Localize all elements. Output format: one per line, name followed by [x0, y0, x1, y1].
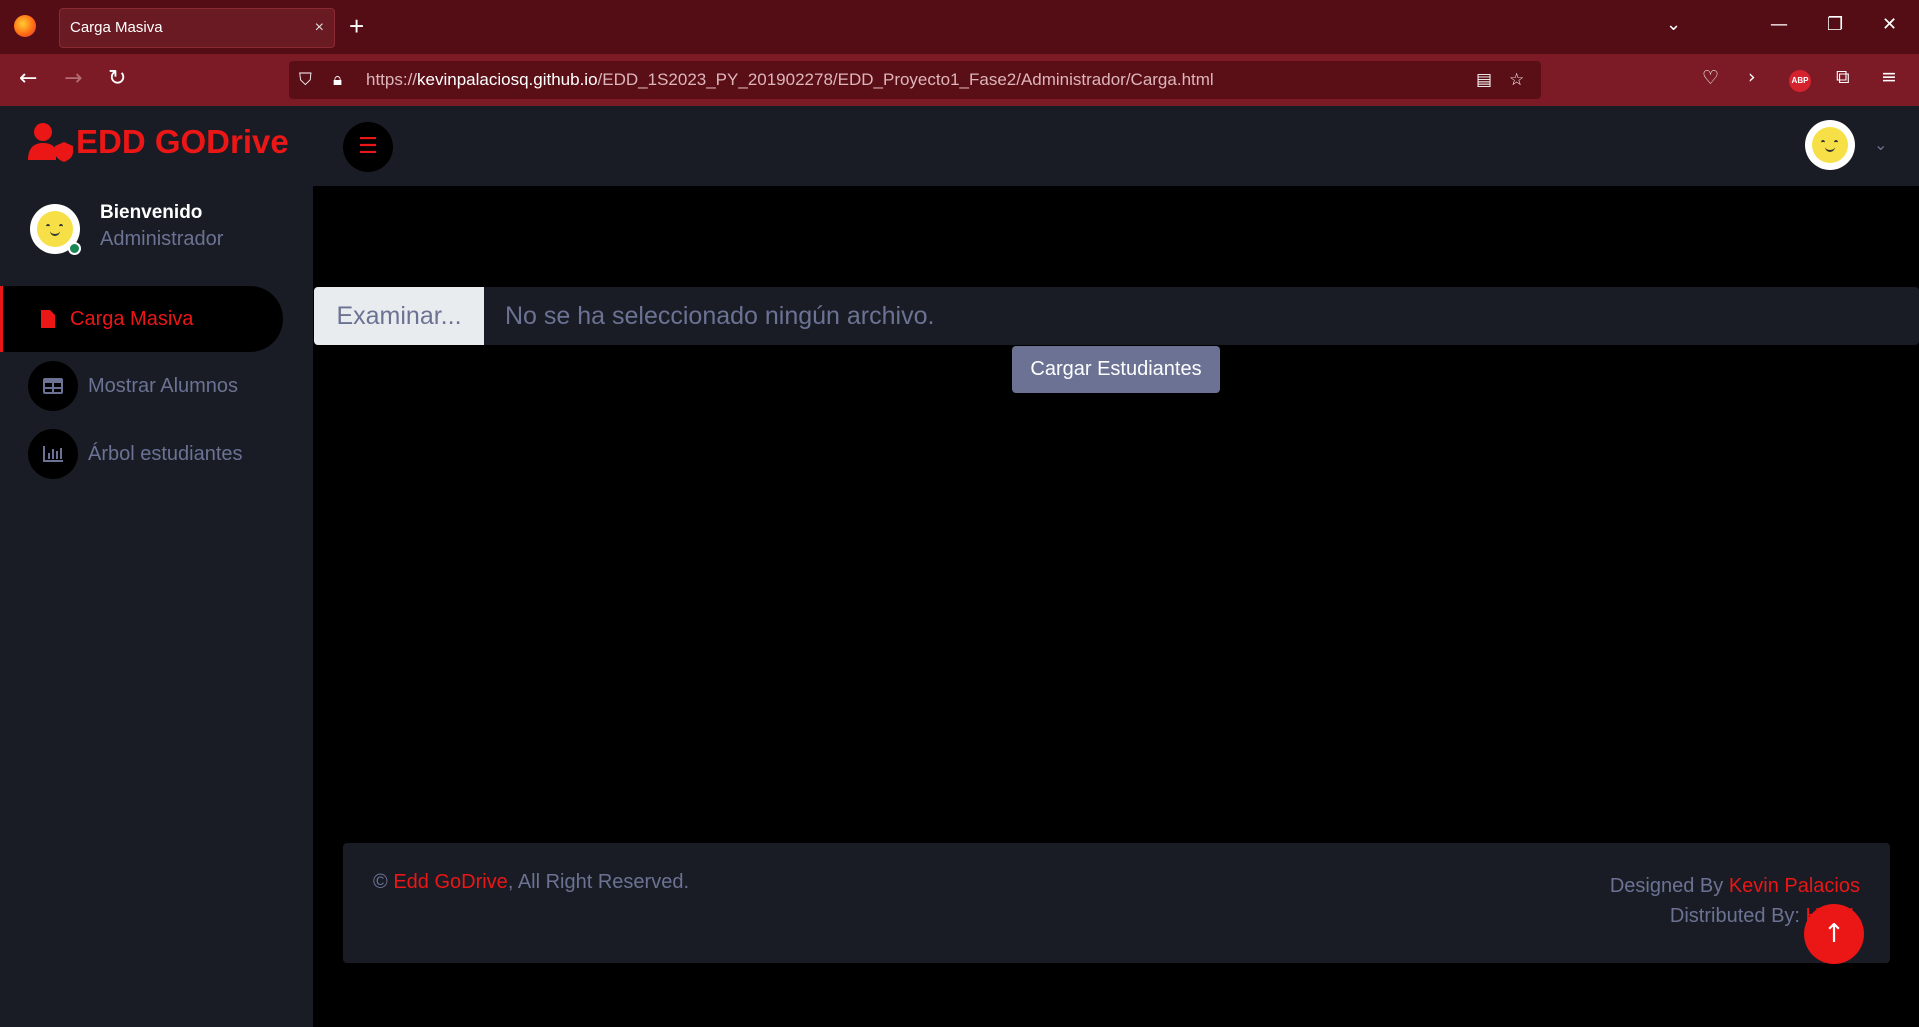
forward-icon[interactable]: →	[64, 66, 82, 92]
back-icon[interactable]: ←	[19, 66, 37, 92]
lock-icon[interactable]: 🔒︎	[333, 70, 342, 90]
sidebar-item-label: Carga Masiva	[70, 307, 194, 330]
tab-close-icon[interactable]: ×	[315, 9, 324, 47]
reader-view-icon[interactable]: ▤	[1476, 70, 1492, 90]
chart-bar-icon	[28, 429, 78, 479]
extension-arrow-icon[interactable]: ›	[1748, 66, 1756, 88]
chevron-down-icon[interactable]: ⌄	[1874, 135, 1887, 154]
browse-button[interactable]: Examinar...	[314, 287, 484, 345]
close-window-icon[interactable]: ✕	[1882, 14, 1897, 35]
footer-rights-text: , All Right Reserved.	[507, 871, 690, 893]
sidebar: Bienvenido Administrador Carga Masiva Mo…	[0, 186, 313, 1027]
table-icon	[28, 361, 78, 411]
minimize-icon[interactable]: —	[1770, 14, 1788, 35]
back-to-top-button[interactable]: ↑	[1804, 904, 1864, 964]
footer-brand-link[interactable]: Edd GoDrive	[393, 871, 508, 893]
designer-link[interactable]: Kevin Palacios	[1729, 875, 1860, 897]
brand[interactable]: EDD GODrive	[28, 122, 289, 162]
bookmark-star-icon[interactable]: ☆	[1509, 70, 1524, 90]
role-text: Administrador	[100, 228, 224, 250]
sidebar-item-label: Mostrar Alumnos	[88, 374, 239, 397]
url-bar[interactable]: ⛉ 🔒︎ https://kevinpalaciosq.github.io/ED…	[289, 61, 1541, 99]
restore-icon[interactable]: ❐	[1827, 14, 1843, 35]
extensions-icon[interactable]: ⧉	[1836, 66, 1850, 88]
sidebar-item-label: Árbol estudiantes	[88, 442, 243, 465]
tab-title: Carga Masiva	[70, 19, 163, 36]
url-path: /EDD_1S2023_PY_201902278/EDD_Proyecto1_F…	[597, 70, 1214, 89]
pocket-icon[interactable]: ♡	[1702, 67, 1719, 89]
sidebar-item-mostrar-alumnos[interactable]: Mostrar Alumnos	[0, 353, 283, 419]
url-text[interactable]: https://kevinpalaciosq.github.io/EDD_1S2…	[366, 70, 1214, 90]
welcome-text: Bienvenido	[100, 202, 203, 223]
user-shield-icon	[28, 122, 74, 162]
list-all-tabs-icon[interactable]: ⌄	[1666, 14, 1681, 35]
copyright-symbol: ©	[373, 871, 388, 893]
avatar	[30, 204, 81, 255]
user-avatar[interactable]	[1805, 120, 1855, 170]
reload-icon[interactable]: ↻	[108, 66, 126, 92]
designed-by-label: Designed By	[1609, 875, 1729, 897]
footer-copyright: © Edd GoDrive, All Right Reserved.	[373, 871, 689, 894]
file-icon	[28, 294, 68, 344]
brand-name: EDD GODrive	[76, 123, 289, 160]
upload-students-button[interactable]: Cargar Estudiantes	[1012, 346, 1220, 393]
new-tab-button[interactable]: +	[349, 12, 364, 40]
shield-icon[interactable]: ⛉	[299, 70, 312, 90]
app-header: EDD GODrive ☰ ⌄	[0, 106, 1919, 186]
browser-tabbar: Carga Masiva × + ⌄ — ❐ ✕	[0, 0, 1919, 54]
url-prefix: https://	[366, 70, 418, 89]
app-menu-icon[interactable]: ≡	[1881, 66, 1897, 88]
online-status-icon	[68, 242, 81, 255]
file-status-text: No se ha seleccionado ningún archivo.	[505, 302, 935, 330]
footer: © Edd GoDrive, All Right Reserved. Desig…	[343, 843, 1890, 963]
adblock-icon[interactable]: ABP	[1789, 70, 1811, 92]
distributed-by-label: Distributed By:	[1669, 905, 1800, 927]
url-host: kevinpalaciosq.github.io	[417, 70, 598, 89]
smiley-face-icon	[1812, 127, 1848, 163]
sidebar-item-carga-masiva[interactable]: Carga Masiva	[0, 286, 283, 352]
smiley-face-icon	[37, 211, 73, 247]
sidebar-item-arbol-estudiantes[interactable]: Árbol estudiantes	[0, 421, 283, 487]
file-input[interactable]: Examinar... No se ha seleccionado ningún…	[314, 287, 1919, 345]
firefox-logo-icon[interactable]	[14, 15, 36, 37]
sidebar-profile	[30, 204, 81, 255]
sidebar-toggle-icon[interactable]: ☰	[343, 122, 393, 172]
main-content: Examinar... No se ha seleccionado ningún…	[313, 186, 1919, 1027]
browser-tab[interactable]: Carga Masiva ×	[59, 8, 335, 48]
